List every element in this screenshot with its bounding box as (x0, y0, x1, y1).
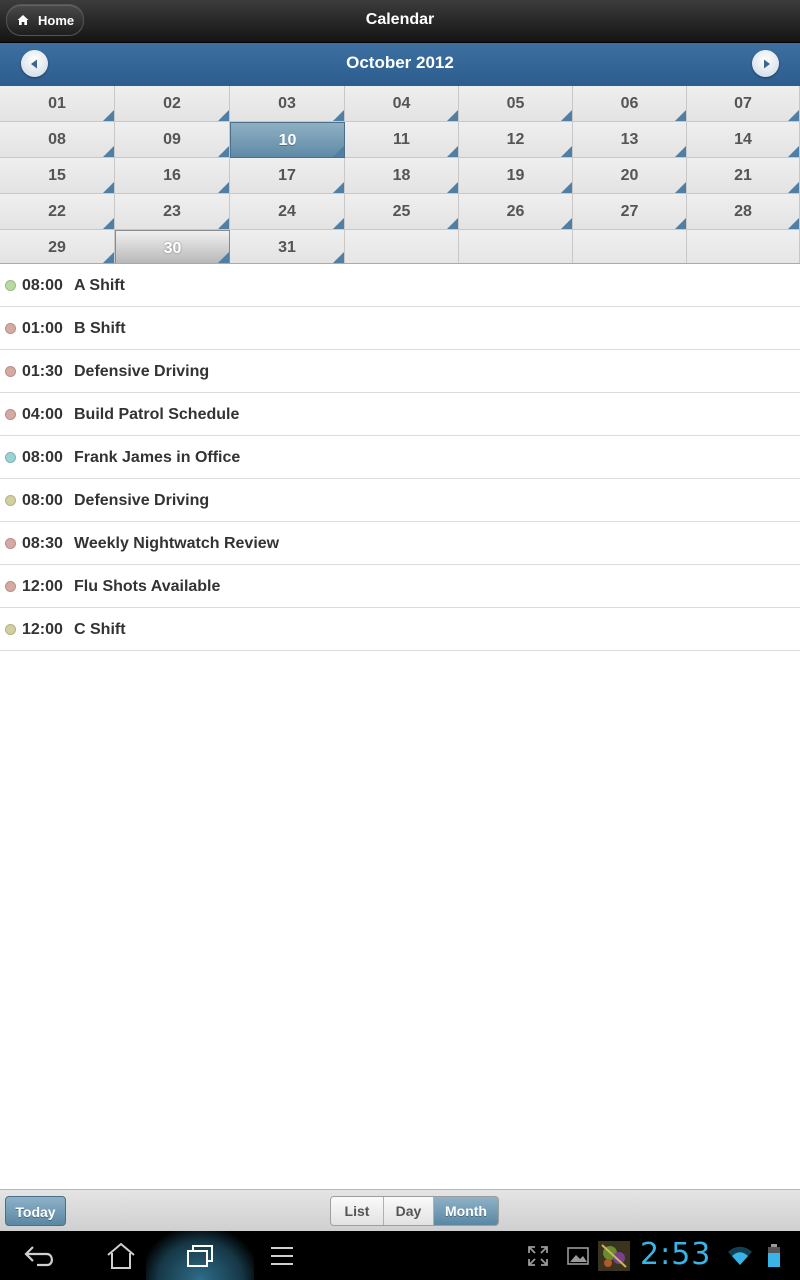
event-color-dot (5, 495, 16, 506)
day-cell[interactable]: 03 (230, 86, 345, 122)
day-cell[interactable]: 16 (115, 158, 230, 194)
empty-day-cell (573, 230, 687, 264)
event-time: 08:00 (22, 492, 63, 509)
event-title: Build Patrol Schedule (74, 406, 240, 423)
event-title: A Shift (74, 277, 125, 294)
day-cell[interactable]: 31 (230, 230, 345, 264)
event-time: 08:00 (22, 277, 63, 294)
next-month-button[interactable] (752, 50, 779, 77)
day-cell[interactable]: 02 (115, 86, 230, 122)
day-cell[interactable]: 10 (230, 122, 345, 158)
system-navigation-bar: 2:53 (0, 1231, 800, 1280)
day-cell[interactable]: 11 (345, 122, 459, 158)
day-cell[interactable]: 12 (459, 122, 573, 158)
home-nav-icon[interactable] (103, 1241, 139, 1271)
view-month-button[interactable]: Month (434, 1197, 498, 1225)
day-cell[interactable]: 04 (345, 86, 459, 122)
app-thumbnail-icon[interactable] (598, 1241, 630, 1271)
bottom-toolbar: Today List Day Month (0, 1189, 800, 1232)
event-time: 01:00 (22, 320, 63, 337)
today-button[interactable]: Today (5, 1196, 66, 1226)
day-cell[interactable]: 18 (345, 158, 459, 194)
app-header: Home Calendar (0, 0, 800, 43)
day-cell[interactable]: 24 (230, 194, 345, 230)
day-cell[interactable]: 13 (573, 122, 687, 158)
event-list: 08:00 A Shift 01:00 B Shift 01:30 Defensive D… (0, 264, 800, 651)
recent-apps-icon[interactable] (182, 1241, 218, 1271)
page-title: Calendar (365, 11, 435, 28)
event-time: 01:30 (22, 363, 63, 380)
day-cell[interactable]: 07 (687, 86, 800, 122)
event-title: Defensive Driving (74, 492, 210, 509)
day-cell[interactable]: 28 (687, 194, 800, 230)
arrow-right-icon (763, 59, 770, 68)
event-title: Weekly Nightwatch Review (74, 535, 280, 552)
day-cell[interactable]: 21 (687, 158, 800, 194)
event-title: Flu Shots Available (74, 578, 221, 595)
view-list-button[interactable]: List (331, 1197, 384, 1225)
menu-icon[interactable] (264, 1241, 300, 1271)
day-cell[interactable]: 26 (459, 194, 573, 230)
event-row[interactable]: 01:30 Defensive Driving (0, 350, 800, 393)
event-color-dot (5, 452, 16, 463)
day-cell[interactable]: 22 (0, 194, 115, 230)
month-navigation: October 2012 (0, 43, 800, 86)
day-cell[interactable]: 06 (573, 86, 687, 122)
event-title: Defensive Driving (74, 363, 210, 380)
day-cell[interactable]: 01 (0, 86, 115, 122)
day-cell[interactable]: 29 (0, 230, 115, 264)
day-cell[interactable]: 30 (115, 230, 230, 264)
event-time: 12:00 (22, 621, 63, 638)
day-cell[interactable]: 19 (459, 158, 573, 194)
back-icon[interactable] (22, 1241, 58, 1271)
gallery-icon[interactable] (564, 1241, 592, 1271)
event-row[interactable]: 01:00 B Shift (0, 307, 800, 350)
fullscreen-icon[interactable] (524, 1241, 552, 1271)
day-cell[interactable]: 14 (687, 122, 800, 158)
empty-day-cell (459, 230, 573, 264)
view-day-button[interactable]: Day (384, 1197, 434, 1225)
event-time: 08:00 (22, 449, 63, 466)
event-title: C Shift (74, 621, 126, 638)
event-color-dot (5, 323, 16, 334)
event-color-dot (5, 538, 16, 549)
event-row[interactable]: 12:00 C Shift (0, 608, 800, 651)
day-cell[interactable]: 25 (345, 194, 459, 230)
empty-day-cell (345, 230, 459, 264)
day-cell[interactable]: 17 (230, 158, 345, 194)
day-cell[interactable]: 20 (573, 158, 687, 194)
battery-icon (764, 1241, 784, 1271)
event-color-dot (5, 409, 16, 420)
event-color-dot (5, 366, 16, 377)
event-row[interactable]: 08:00 A Shift (0, 264, 800, 307)
event-row[interactable]: 08:30 Weekly Nightwatch Review (0, 522, 800, 565)
empty-day-cell (687, 230, 800, 264)
event-title: Frank James in Office (74, 449, 241, 466)
event-color-dot (5, 624, 16, 635)
day-cell[interactable]: 27 (573, 194, 687, 230)
view-switcher: List Day Month (330, 1196, 499, 1226)
day-cell[interactable]: 08 (0, 122, 115, 158)
event-color-dot (5, 581, 16, 592)
event-row[interactable]: 08:00 Frank James in Office (0, 436, 800, 479)
event-row[interactable]: 04:00 Build Patrol Schedule (0, 393, 800, 436)
day-cell[interactable]: 23 (115, 194, 230, 230)
event-title: B Shift (74, 320, 126, 337)
event-time: 08:30 (22, 535, 63, 552)
day-cell[interactable]: 09 (115, 122, 230, 158)
event-color-dot (5, 280, 16, 291)
day-cell[interactable]: 05 (459, 86, 573, 122)
event-row[interactable]: 12:00 Flu Shots Available (0, 565, 800, 608)
event-row[interactable]: 08:00 Defensive Driving (0, 479, 800, 522)
status-clock: 2:53 (640, 1237, 712, 1272)
event-time: 12:00 (22, 578, 63, 595)
wifi-icon (726, 1241, 754, 1271)
event-time: 04:00 (22, 406, 63, 423)
month-grid: 01 02 03 04 05 06 07 08 09 10 11 12 13 14 15 16 17 18 19 20… (0, 86, 800, 264)
day-cell[interactable]: 15 (0, 158, 115, 194)
month-title: October 2012 (346, 53, 454, 72)
